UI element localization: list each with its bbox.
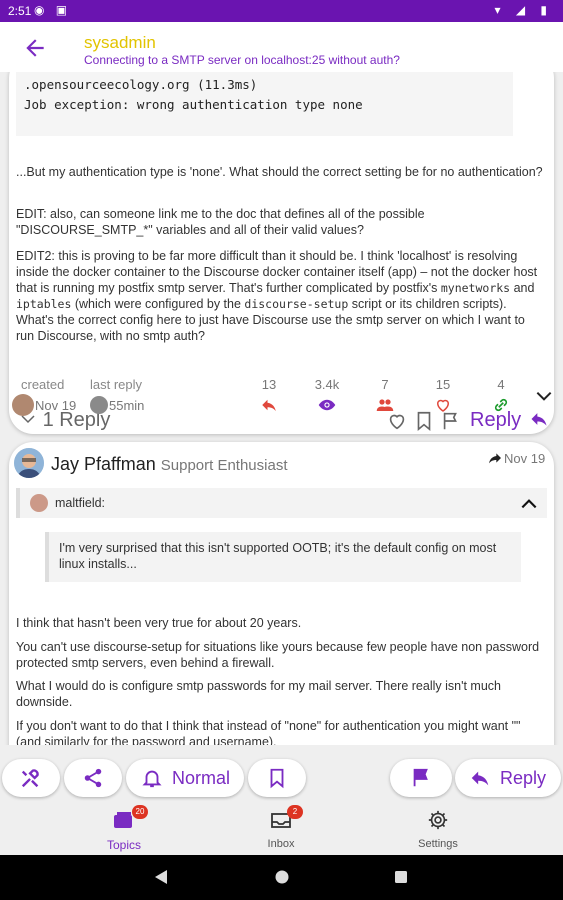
created-date: Nov 19 (35, 398, 77, 413)
flag-icon (413, 768, 428, 787)
tab-topics-label: Topics (106, 838, 141, 852)
author-name: Jay Pfaffman (51, 454, 156, 474)
tab-topics[interactable]: 20 Topics (64, 805, 184, 852)
quote-username: maltfield: (55, 496, 106, 510)
tab-inbox-label: Inbox (267, 838, 295, 850)
topics-badge: 20 (132, 805, 148, 819)
eye-icon (318, 399, 336, 411)
status-time: 2:51 (8, 4, 32, 18)
inbox-badge: 2 (287, 805, 303, 819)
app-bar: sysadmin Connecting to a SMTP server on … (0, 22, 563, 72)
reply-topic-label: Reply (500, 768, 547, 788)
code-block: .opensourceecology.org (11.3ms) Job exce… (16, 72, 513, 136)
expand-meta-chevron-icon[interactable] (534, 386, 554, 406)
chevron-up-icon[interactable] (519, 494, 539, 514)
bookmark-icon (270, 768, 284, 789)
likes-count: 15 (435, 377, 451, 392)
post-paragraph: What I would do is configure smtp passwo… (16, 679, 501, 709)
reply-to-icon (489, 453, 501, 464)
last-replier-avatar (90, 396, 108, 414)
post-paragraph: If you don't want to do that I think tha… (16, 719, 521, 745)
creator-avatar (12, 394, 34, 416)
users-icon (376, 399, 394, 411)
admin-tools-button[interactable] (2, 759, 60, 797)
post-paragraph: EDIT: also, can someone link me to the d… (16, 207, 425, 237)
author-title: Support Enthusiast (160, 457, 288, 474)
tab-settings[interactable]: Settings (378, 809, 498, 850)
links-count: 4 (497, 377, 505, 392)
tab-settings-label: Settings (418, 838, 458, 850)
quote-avatar (30, 494, 48, 512)
code-line: Job exception: wrong authentication type… (24, 97, 363, 112)
nav-home-icon[interactable] (275, 869, 289, 885)
last-reply-label: last reply (90, 377, 143, 392)
bookmark-topic-button[interactable] (248, 759, 306, 797)
status-system-icons: ▾ ◢ ▮ (494, 3, 553, 17)
status-bar: 2:51 ◉ ▣ ▾ ◢ ▮ (0, 0, 563, 22)
wrench-icon (21, 769, 39, 788)
code-line: .opensourceecology.org (11.3ms) (24, 77, 258, 92)
topic-meta[interactable]: created last reply Nov 19 55min 13 3.4k … (0, 374, 563, 422)
post-date: Nov 19 (504, 451, 546, 466)
inline-code: mynetworks (440, 281, 511, 295)
notification-level-label: Normal (172, 768, 231, 788)
tab-inbox[interactable]: 2 Inbox (221, 805, 341, 850)
views-count: 3.4k (314, 377, 340, 392)
author-avatar-image (14, 448, 44, 478)
back-arrow-icon[interactable] (22, 35, 48, 61)
share-icon (84, 768, 102, 788)
topic-title: Connecting to a SMTP server on localhost… (84, 53, 400, 67)
post-paragraph: You can't use discourse-setup for situat… (16, 640, 540, 670)
reply-count-icon (262, 399, 276, 411)
heart-icon (436, 399, 450, 412)
topic-action-bar: Normal Reply (0, 755, 563, 801)
quote-body: I'm very surprised that this isn't suppo… (45, 532, 521, 582)
notification-level-button[interactable]: Normal (126, 759, 244, 797)
inline-code: discourse-setup (244, 297, 349, 311)
reply-arrow-icon (471, 771, 489, 786)
topic-content[interactable]: .opensourceecology.org (11.3ms) Job exce… (0, 72, 563, 745)
inline-code: iptables (16, 297, 72, 311)
nav-recents-icon[interactable] (394, 869, 408, 885)
status-app-icons: ◉ ▣ (34, 3, 72, 17)
reply-topic-button[interactable]: Reply (455, 759, 561, 797)
gear-icon (428, 810, 448, 830)
nav-back-icon[interactable] (154, 869, 168, 885)
replies-count: 13 (261, 377, 277, 392)
post-author[interactable]: Jay Pfaffman Support Enthusiast (51, 454, 288, 475)
flag-topic-button[interactable] (390, 759, 452, 797)
post-paragraph: ...But my authentication type is 'none'.… (16, 165, 543, 179)
post-card: Jay Pfaffman Support Enthusiast Nov 19 m… (9, 442, 554, 745)
created-label: created (21, 377, 65, 392)
link-icon (494, 398, 508, 412)
bell-icon (142, 770, 162, 788)
users-count: 7 (381, 377, 389, 392)
last-reply-date: 55min (109, 398, 145, 413)
author-avatar[interactable] (14, 448, 44, 478)
quote-header[interactable]: maltfield: (16, 488, 547, 518)
post-paragraph: EDIT2: this is proving to be far more di… (16, 249, 538, 343)
post-paragraph: I think that hasn't been very true for a… (16, 616, 302, 630)
bottom-tab-bar: 20 Topics 2 Inbox Settings (0, 801, 563, 855)
share-button[interactable] (64, 759, 122, 797)
system-nav-bar (0, 855, 563, 900)
topic-username[interactable]: sysadmin (84, 33, 156, 53)
